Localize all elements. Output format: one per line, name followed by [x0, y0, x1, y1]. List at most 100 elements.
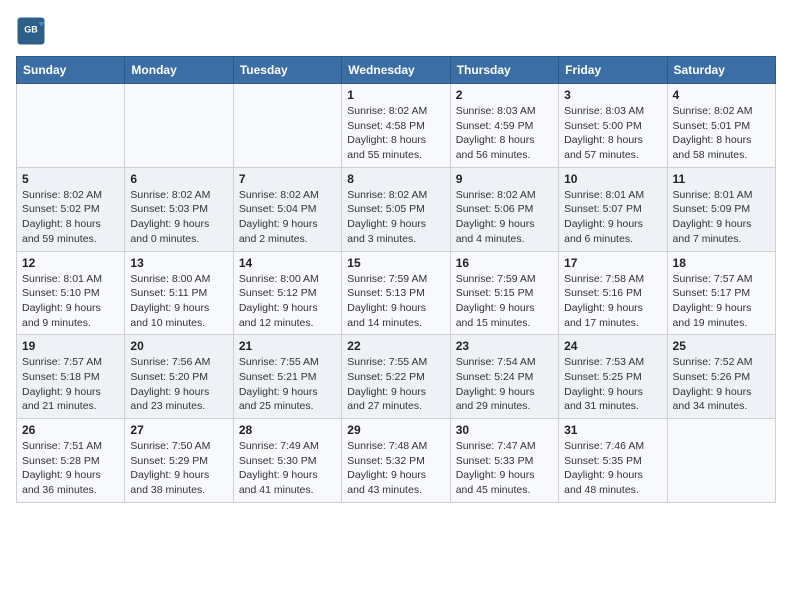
logo-icon: GB: [16, 16, 46, 46]
calendar-day: 16Sunrise: 7:59 AMSunset: 5:15 PMDayligh…: [450, 251, 558, 335]
day-number: 24: [564, 339, 661, 353]
day-number: 25: [673, 339, 770, 353]
day-number: 19: [22, 339, 119, 353]
day-info: Sunrise: 8:01 AMSunset: 5:09 PMDaylight:…: [673, 188, 770, 247]
calendar-day: 23Sunrise: 7:54 AMSunset: 5:24 PMDayligh…: [450, 335, 558, 419]
day-info: Sunrise: 8:02 AMSunset: 5:01 PMDaylight:…: [673, 104, 770, 163]
day-number: 5: [22, 172, 119, 186]
calendar-day: 14 Sunrise: 8:00 AMSunset: 5:12 PMDayligh…: [233, 251, 341, 335]
day-number: 31: [564, 423, 661, 437]
calendar-week-1: 1 Sunrise: 8:02 AMSunset: 4:58 PMDaylight…: [17, 84, 776, 168]
day-number: 26: [22, 423, 119, 437]
calendar-day: 29 Sunrise: 7:48 AMSunset: 5:32 PMDayligh…: [342, 419, 450, 503]
calendar-day: 10Sunrise: 8:01 AMSunset: 5:07 PMDayligh…: [559, 167, 667, 251]
calendar-day: 25 Sunrise: 7:52 AMSunset: 5:26 PMDayligh…: [667, 335, 775, 419]
day-number: 11: [673, 172, 770, 186]
day-info: Sunrise: 8:02 AMSunset: 5:02 PMDaylight:…: [22, 188, 119, 247]
day-info: Sunrise: 8:02 AMSunset: 5:03 PMDaylight:…: [130, 188, 227, 247]
day-info: Sunrise: 7:56 AMSunset: 5:20 PMDaylight:…: [130, 355, 227, 414]
calendar-day: 22 Sunrise: 7:55 AMSunset: 5:22 PMDayligh…: [342, 335, 450, 419]
calendar-day: 18 Sunrise: 7:57 AMSunset: 5:17 PMDayligh…: [667, 251, 775, 335]
day-info: Sunrise: 7:47 AMSunset: 5:33 PMDaylight:…: [456, 439, 553, 498]
day-info: Sunrise: 7:46 AMSunset: 5:35 PMDaylight:…: [564, 439, 661, 498]
day-number: 17: [564, 256, 661, 270]
calendar-day: [125, 84, 233, 168]
day-info: Sunrise: 8:02 AMSunset: 5:05 PMDaylight:…: [347, 188, 444, 247]
column-header-thursday: Thursday: [450, 57, 558, 84]
column-header-friday: Friday: [559, 57, 667, 84]
calendar-day: 12Sunrise: 8:01 AMSunset: 5:10 PMDayligh…: [17, 251, 125, 335]
logo: GB: [16, 16, 50, 46]
calendar-day: 1 Sunrise: 8:02 AMSunset: 4:58 PMDaylight…: [342, 84, 450, 168]
day-number: 21: [239, 339, 336, 353]
day-info: Sunrise: 8:02 AMSunset: 5:04 PMDaylight:…: [239, 188, 336, 247]
day-number: 12: [22, 256, 119, 270]
column-header-wednesday: Wednesday: [342, 57, 450, 84]
day-info: Sunrise: 7:48 AMSunset: 5:32 PMDaylight:…: [347, 439, 444, 498]
column-header-monday: Monday: [125, 57, 233, 84]
day-info: Sunrise: 7:58 AMSunset: 5:16 PMDaylight:…: [564, 272, 661, 331]
day-number: 8: [347, 172, 444, 186]
page-header: GB: [16, 16, 776, 46]
day-info: Sunrise: 7:49 AMSunset: 5:30 PMDaylight:…: [239, 439, 336, 498]
day-info: Sunrise: 8:01 AMSunset: 5:07 PMDaylight:…: [564, 188, 661, 247]
calendar-day: 15 Sunrise: 7:59 AMSunset: 5:13 PMDayligh…: [342, 251, 450, 335]
calendar-day: 20 Sunrise: 7:56 AMSunset: 5:20 PMDayligh…: [125, 335, 233, 419]
day-info: Sunrise: 7:55 AMSunset: 5:22 PMDaylight:…: [347, 355, 444, 414]
calendar-day: 21 Sunrise: 7:55 AMSunset: 5:21 PMDayligh…: [233, 335, 341, 419]
day-number: 1: [347, 88, 444, 102]
day-number: 13: [130, 256, 227, 270]
day-number: 18: [673, 256, 770, 270]
day-number: 30: [456, 423, 553, 437]
column-header-saturday: Saturday: [667, 57, 775, 84]
day-info: Sunrise: 7:57 AMSunset: 5:18 PMDaylight:…: [22, 355, 119, 414]
day-number: 14: [239, 256, 336, 270]
calendar-week-5: 26Sunrise: 7:51 AMSunset: 5:28 PMDayligh…: [17, 419, 776, 503]
column-header-sunday: Sunday: [17, 57, 125, 84]
day-info: Sunrise: 7:57 AMSunset: 5:17 PMDaylight:…: [673, 272, 770, 331]
calendar-day: 28 Sunrise: 7:49 AMSunset: 5:30 PMDayligh…: [233, 419, 341, 503]
day-info: Sunrise: 7:59 AMSunset: 5:13 PMDaylight:…: [347, 272, 444, 331]
calendar-day: 7 Sunrise: 8:02 AMSunset: 5:04 PMDaylight…: [233, 167, 341, 251]
day-number: 7: [239, 172, 336, 186]
day-info: Sunrise: 7:55 AMSunset: 5:21 PMDaylight:…: [239, 355, 336, 414]
column-header-tuesday: Tuesday: [233, 57, 341, 84]
day-number: 27: [130, 423, 227, 437]
day-number: 29: [347, 423, 444, 437]
calendar-day: [233, 84, 341, 168]
day-info: Sunrise: 7:59 AMSunset: 5:15 PMDaylight:…: [456, 272, 553, 331]
day-info: Sunrise: 7:50 AMSunset: 5:29 PMDaylight:…: [130, 439, 227, 498]
calendar-day: 9Sunrise: 8:02 AMSunset: 5:06 PMDaylight…: [450, 167, 558, 251]
calendar-day: 30 Sunrise: 7:47 AMSunset: 5:33 PMDayligh…: [450, 419, 558, 503]
day-info: Sunrise: 7:52 AMSunset: 5:26 PMDaylight:…: [673, 355, 770, 414]
calendar-day: 6 Sunrise: 8:02 AMSunset: 5:03 PMDaylight…: [125, 167, 233, 251]
calendar-day: 8 Sunrise: 8:02 AMSunset: 5:05 PMDaylight…: [342, 167, 450, 251]
day-number: 22: [347, 339, 444, 353]
calendar-day: [667, 419, 775, 503]
calendar-week-2: 5 Sunrise: 8:02 AMSunset: 5:02 PMDaylight…: [17, 167, 776, 251]
calendar-day: 5 Sunrise: 8:02 AMSunset: 5:02 PMDaylight…: [17, 167, 125, 251]
calendar-day: 19 Sunrise: 7:57 AMSunset: 5:18 PMDayligh…: [17, 335, 125, 419]
calendar-day: [17, 84, 125, 168]
calendar-day: 13 Sunrise: 8:00 AMSunset: 5:11 PMDayligh…: [125, 251, 233, 335]
day-info: Sunrise: 8:02 AMSunset: 4:58 PMDaylight:…: [347, 104, 444, 163]
calendar-day: 11 Sunrise: 8:01 AMSunset: 5:09 PMDayligh…: [667, 167, 775, 251]
day-info: Sunrise: 7:54 AMSunset: 5:24 PMDaylight:…: [456, 355, 553, 414]
day-info: Sunrise: 8:03 AMSunset: 4:59 PMDaylight:…: [456, 104, 553, 163]
day-number: 20: [130, 339, 227, 353]
day-info: Sunrise: 8:00 AMSunset: 5:12 PMDaylight:…: [239, 272, 336, 331]
calendar-header-row: SundayMondayTuesdayWednesdayThursdayFrid…: [17, 57, 776, 84]
calendar-day: 2 Sunrise: 8:03 AMSunset: 4:59 PMDaylight…: [450, 84, 558, 168]
day-number: 15: [347, 256, 444, 270]
day-number: 3: [564, 88, 661, 102]
calendar-week-4: 19 Sunrise: 7:57 AMSunset: 5:18 PMDayligh…: [17, 335, 776, 419]
day-info: Sunrise: 8:02 AMSunset: 5:06 PMDaylight:…: [456, 188, 553, 247]
calendar-day: 27 Sunrise: 7:50 AMSunset: 5:29 PMDayligh…: [125, 419, 233, 503]
calendar-day: 26Sunrise: 7:51 AMSunset: 5:28 PMDayligh…: [17, 419, 125, 503]
calendar-day: 4Sunrise: 8:02 AMSunset: 5:01 PMDaylight…: [667, 84, 775, 168]
day-number: 6: [130, 172, 227, 186]
day-number: 28: [239, 423, 336, 437]
day-number: 2: [456, 88, 553, 102]
day-info: Sunrise: 8:00 AMSunset: 5:11 PMDaylight:…: [130, 272, 227, 331]
day-info: Sunrise: 7:53 AMSunset: 5:25 PMDaylight:…: [564, 355, 661, 414]
